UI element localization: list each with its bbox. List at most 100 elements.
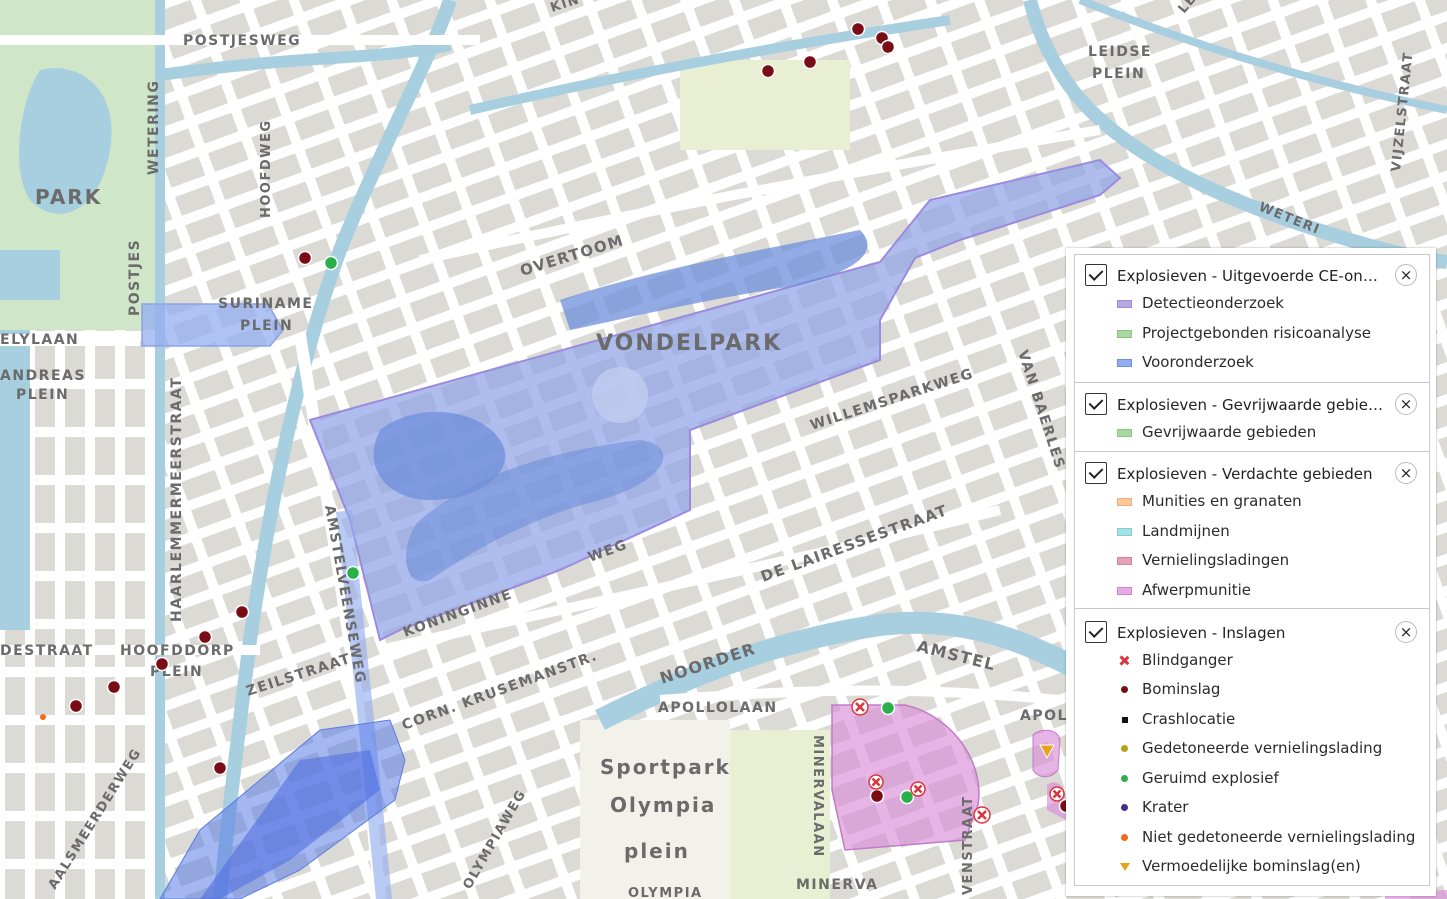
close-icon[interactable]: × [1395,621,1417,643]
legend-item: Projectgebonden risicoanalyse [1075,321,1429,345]
legend-group-gevrijwaarde: Explosieven - Gevrijwaarde gebieden × Ge… [1074,382,1430,453]
bominslag-marker[interactable] [154,656,170,672]
legend-group-verdachte: Explosieven - Verdachte gebieden × Munit… [1074,451,1430,610]
label-postjes: POSTJES [127,239,143,316]
legend-item-label: Vooronderzoek [1142,353,1254,371]
bominslag-marker[interactable] [760,63,776,79]
legend-group-header: Explosieven - Gevrijwaarde gebieden × [1075,391,1429,421]
swatch-icon [1117,300,1132,308]
close-icon[interactable]: × [1395,462,1417,484]
bominslag-marker[interactable] [106,679,122,695]
label-postjesweg: POSTJESWEG [183,33,301,49]
label-apol: APOL [1020,708,1068,724]
label-minervalaan: MINERVALAAN [810,735,825,858]
legend-item-label: Bominslag [1142,680,1221,698]
legend-item-label: Gedetoneerde vernielingslading [1142,739,1383,757]
label-plein: plein [624,839,690,863]
label-leidse: LEIDSE [1088,44,1152,60]
label-suriname-plein: PLEIN [240,318,293,334]
legend-item: Niet gedetoneerde vernielingslading [1075,825,1429,849]
dot-icon [1121,686,1128,693]
legend-group-title: Explosieven - Inslagen [1117,624,1286,642]
legend-item-label: Gevrijwaarde gebieden [1142,423,1317,441]
geruimd-explosief-marker[interactable] [323,255,339,271]
close-icon[interactable]: × [1395,393,1417,415]
swatch-icon [1117,528,1132,536]
layer-visibility-checkbox[interactable] [1085,264,1107,286]
bominslag-marker[interactable] [297,250,313,266]
layer-visibility-checkbox[interactable] [1085,621,1107,643]
legend-item-label: Afwerpmunitie [1142,581,1251,599]
legend-item: Vernielingsladingen [1075,548,1429,572]
bominslag-marker[interactable] [880,39,896,55]
legend-item: Afwerpmunitie [1075,578,1429,602]
legend-item: Vooronderzoek [1075,350,1429,374]
niet-gedetoneerde-marker[interactable] [40,714,46,720]
label-apollolaan: APOLLOLAAN [658,700,778,716]
legend-group-ce-onderzoeken: Explosieven - Uitgevoerde CE-onderzoeken… [1074,254,1430,384]
label-minerva: MINERVA [796,877,878,893]
label-wetering: WETERING [146,80,162,175]
x-marker-icon [1120,656,1129,665]
layer-visibility-checkbox[interactable] [1085,462,1107,484]
legend-item: Geruimd explosief [1075,766,1429,790]
swatch-icon [1117,330,1132,338]
label-andreas: ANDREAS [0,368,86,384]
legend-item-label: Vernielingsladingen [1142,551,1290,569]
close-icon[interactable]: × [1395,264,1417,286]
bominslag-marker[interactable] [68,698,84,714]
geruimd-explosief-marker[interactable] [345,565,361,581]
triangle-icon [1120,863,1130,871]
legend-item-label: Geruimd explosief [1142,769,1279,787]
legend-item-label: Crashlocatie [1142,710,1236,728]
legend-group-header: Explosieven - Uitgevoerde CE-onderzoeken… [1075,262,1429,292]
legend-panel: Explosieven - Uitgevoerde CE-onderzoeken… [1066,248,1436,896]
swatch-icon [1117,498,1132,506]
geruimd-explosief-marker[interactable] [880,700,896,716]
legend-item-label: Projectgebonden risicoanalyse [1142,324,1372,342]
label-suriname: SURINAME [218,296,314,312]
legend-group-title: Explosieven - Gevrijwaarde gebieden [1117,396,1387,414]
label-park: PARK [35,185,102,209]
label-vondelpark: VONDELPARK [596,331,782,356]
swatch-icon [1117,587,1132,595]
label-andreas-plein: PLEIN [16,387,69,403]
label-olympia: Olympia [610,793,716,817]
legend-group-title: Explosieven - Uitgevoerde CE-onderzoeken [1117,267,1387,285]
label-sportpark: Sportpark [600,755,731,779]
label-hoofddorp: HOOFDDORP [120,643,235,659]
legend-item: Bominslag [1075,677,1429,701]
legend-item: Gevrijwaarde gebieden [1075,420,1429,444]
bominslag-marker[interactable] [869,788,885,804]
dot-icon [1121,775,1128,782]
layer-visibility-checkbox[interactable] [1085,393,1107,415]
legend-item: Blindganger [1075,648,1429,672]
label-olympia-street: OLYMPIA [628,886,703,899]
legend-item: Crashlocatie [1075,707,1429,731]
label-vensstraat: VENSTRAAT [961,795,976,895]
legend-group-title: Explosieven - Verdachte gebieden [1117,465,1373,483]
legend-item: Landmijnen [1075,519,1429,543]
bominslag-marker[interactable] [850,21,866,37]
legend-item-label: Landmijnen [1142,522,1230,540]
dot-icon [1121,745,1128,752]
bominslag-marker[interactable] [802,54,818,70]
bominslag-marker[interactable] [212,760,228,776]
legend-item-label: Vermoedelijke bominslag(en) [1142,857,1361,875]
swatch-icon [1117,359,1132,367]
legend-item: Munities en granaten [1075,489,1429,513]
label-hoofdweg: HOOFDWEG [259,119,274,218]
bominslag-marker[interactable] [197,629,213,645]
legend-item: Vermoedelijke bominslag(en) [1075,854,1429,878]
dot-icon [1121,804,1128,811]
legend-item: Detectieonderzoek [1075,291,1429,315]
legend-group-inslagen: Explosieven - Inslagen × Blindganger Bom… [1074,608,1430,886]
label-haarlemmermeerstraat: HAARLEMMERMEERSTRAAT [169,377,185,622]
label-leidse-plein: PLEIN [1092,66,1145,82]
legend-item: Krater [1075,795,1429,819]
legend-group-header: Explosieven - Inslagen × [1075,619,1429,649]
legend-item-label: Blindganger [1142,651,1233,669]
bominslag-marker[interactable] [234,604,250,620]
legend-item: Gedetoneerde vernielingslading [1075,736,1429,760]
label-destraat: DESTRAAT [0,643,94,659]
